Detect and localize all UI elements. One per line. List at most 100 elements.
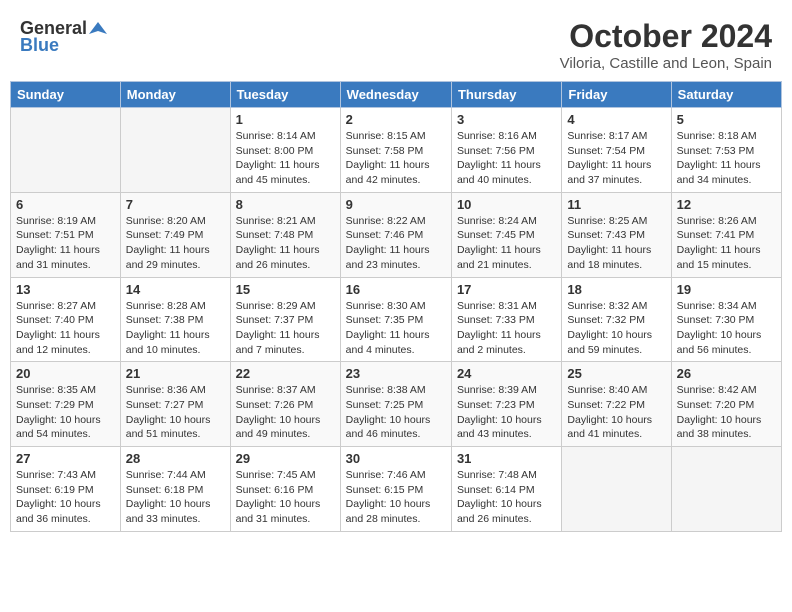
day-info: Sunrise: 8:34 AM Sunset: 7:30 PM Dayligh… bbox=[677, 299, 776, 358]
day-info: Sunrise: 8:31 AM Sunset: 7:33 PM Dayligh… bbox=[457, 299, 556, 358]
day-info: Sunrise: 8:28 AM Sunset: 7:38 PM Dayligh… bbox=[126, 299, 225, 358]
day-info: Sunrise: 7:48 AM Sunset: 6:14 PM Dayligh… bbox=[457, 468, 556, 527]
day-info: Sunrise: 8:40 AM Sunset: 7:22 PM Dayligh… bbox=[567, 383, 665, 442]
week-row-4: 20 Sunrise: 8:35 AM Sunset: 7:29 PM Dayli… bbox=[11, 362, 782, 447]
calendar-cell bbox=[11, 108, 121, 193]
calendar-cell bbox=[120, 108, 230, 193]
day-number: 29 bbox=[236, 451, 335, 466]
calendar-cell: 17 Sunrise: 8:31 AM Sunset: 7:33 PM Dayli… bbox=[451, 277, 561, 362]
day-info: Sunrise: 7:46 AM Sunset: 6:15 PM Dayligh… bbox=[346, 468, 446, 527]
calendar-cell: 30 Sunrise: 7:46 AM Sunset: 6:15 PM Dayli… bbox=[340, 447, 451, 532]
logo-bird-icon bbox=[89, 20, 107, 38]
day-info: Sunrise: 8:29 AM Sunset: 7:37 PM Dayligh… bbox=[236, 299, 335, 358]
calendar-cell: 26Sunrise: 8:42 AM Sunset: 7:20 PM Dayli… bbox=[671, 362, 781, 447]
calendar-table: SundayMondayTuesdayWednesdayThursdayFrid… bbox=[10, 81, 782, 532]
header-day-thursday: Thursday bbox=[451, 82, 561, 108]
logo: General Blue bbox=[20, 18, 107, 56]
calendar-cell: 8Sunrise: 8:21 AM Sunset: 7:48 PM Daylig… bbox=[230, 192, 340, 277]
day-number: 17 bbox=[457, 282, 556, 297]
calendar-cell: 20 Sunrise: 8:35 AM Sunset: 7:29 PM Dayli… bbox=[11, 362, 121, 447]
header-day-monday: Monday bbox=[120, 82, 230, 108]
calendar-cell: 18 Sunrise: 8:32 AM Sunset: 7:32 PM Dayli… bbox=[562, 277, 671, 362]
week-row-3: 13 Sunrise: 8:27 AM Sunset: 7:40 PM Dayli… bbox=[11, 277, 782, 362]
calendar-cell: 27 Sunrise: 7:43 AM Sunset: 6:19 PM Dayli… bbox=[11, 447, 121, 532]
day-number: 23 bbox=[346, 366, 446, 381]
day-info: Sunrise: 7:44 AM Sunset: 6:18 PM Dayligh… bbox=[126, 468, 225, 527]
calendar-cell: 13 Sunrise: 8:27 AM Sunset: 7:40 PM Dayli… bbox=[11, 277, 121, 362]
day-info: Sunrise: 8:19 AM Sunset: 7:51 PM Dayligh… bbox=[16, 214, 115, 273]
header-day-friday: Friday bbox=[562, 82, 671, 108]
calendar-cell: 19Sunrise: 8:34 AM Sunset: 7:30 PM Dayli… bbox=[671, 277, 781, 362]
calendar-cell: 25 Sunrise: 8:40 AM Sunset: 7:22 PM Dayli… bbox=[562, 362, 671, 447]
calendar-cell: 15Sunrise: 8:29 AM Sunset: 7:37 PM Dayli… bbox=[230, 277, 340, 362]
location-title: Viloria, Castille and Leon, Spain bbox=[560, 55, 772, 72]
day-number: 8 bbox=[236, 197, 335, 212]
header: General Blue October 2024 Viloria, Casti… bbox=[10, 10, 782, 77]
title-area: October 2024 Viloria, Castille and Leon,… bbox=[560, 18, 772, 72]
day-number: 10 bbox=[457, 197, 556, 212]
day-info: Sunrise: 8:15 AM Sunset: 7:58 PM Dayligh… bbox=[346, 129, 446, 188]
day-number: 14 bbox=[126, 282, 225, 297]
calendar-cell: 14 Sunrise: 8:28 AM Sunset: 7:38 PM Dayli… bbox=[120, 277, 230, 362]
day-info: Sunrise: 8:18 AM Sunset: 7:53 PM Dayligh… bbox=[677, 129, 776, 188]
day-number: 16 bbox=[346, 282, 446, 297]
calendar-cell: 16Sunrise: 8:30 AM Sunset: 7:35 PM Dayli… bbox=[340, 277, 451, 362]
calendar-cell: 3Sunrise: 8:16 AM Sunset: 7:56 PM Daylig… bbox=[451, 108, 561, 193]
day-number: 22 bbox=[236, 366, 335, 381]
calendar-cell: 1 Sunrise: 8:14 AM Sunset: 8:00 PM Daylig… bbox=[230, 108, 340, 193]
day-info: Sunrise: 8:24 AM Sunset: 7:45 PM Dayligh… bbox=[457, 214, 556, 273]
day-info: Sunrise: 8:27 AM Sunset: 7:40 PM Dayligh… bbox=[16, 299, 115, 358]
calendar-cell: 24 Sunrise: 8:39 AM Sunset: 7:23 PM Dayli… bbox=[451, 362, 561, 447]
calendar-cell: 2Sunrise: 8:15 AM Sunset: 7:58 PM Daylig… bbox=[340, 108, 451, 193]
calendar-cell: 21 Sunrise: 8:36 AM Sunset: 7:27 PM Dayli… bbox=[120, 362, 230, 447]
day-info: Sunrise: 8:26 AM Sunset: 7:41 PM Dayligh… bbox=[677, 214, 776, 273]
day-number: 1 bbox=[236, 112, 335, 127]
day-number: 6 bbox=[16, 197, 115, 212]
calendar-cell: 23 Sunrise: 8:38 AM Sunset: 7:25 PM Dayli… bbox=[340, 362, 451, 447]
calendar-cell: 29 Sunrise: 7:45 AM Sunset: 6:16 PM Dayli… bbox=[230, 447, 340, 532]
day-info: Sunrise: 8:35 AM Sunset: 7:29 PM Dayligh… bbox=[16, 383, 115, 442]
day-number: 26 bbox=[677, 366, 776, 381]
day-info: Sunrise: 8:37 AM Sunset: 7:26 PM Dayligh… bbox=[236, 383, 335, 442]
calendar-cell: 9Sunrise: 8:22 AM Sunset: 7:46 PM Daylig… bbox=[340, 192, 451, 277]
day-info: Sunrise: 8:36 AM Sunset: 7:27 PM Dayligh… bbox=[126, 383, 225, 442]
day-number: 21 bbox=[126, 366, 225, 381]
day-info: Sunrise: 8:25 AM Sunset: 7:43 PM Dayligh… bbox=[567, 214, 665, 273]
header-day-tuesday: Tuesday bbox=[230, 82, 340, 108]
calendar-cell: 31Sunrise: 7:48 AM Sunset: 6:14 PM Dayli… bbox=[451, 447, 561, 532]
day-info: Sunrise: 8:38 AM Sunset: 7:25 PM Dayligh… bbox=[346, 383, 446, 442]
month-title: October 2024 bbox=[560, 18, 772, 55]
calendar-cell bbox=[671, 447, 781, 532]
day-info: Sunrise: 8:20 AM Sunset: 7:49 PM Dayligh… bbox=[126, 214, 225, 273]
day-info: Sunrise: 8:16 AM Sunset: 7:56 PM Dayligh… bbox=[457, 129, 556, 188]
calendar-cell: 10 Sunrise: 8:24 AM Sunset: 7:45 PM Dayli… bbox=[451, 192, 561, 277]
day-number: 18 bbox=[567, 282, 665, 297]
day-info: Sunrise: 7:45 AM Sunset: 6:16 PM Dayligh… bbox=[236, 468, 335, 527]
day-number: 25 bbox=[567, 366, 665, 381]
day-info: Sunrise: 8:17 AM Sunset: 7:54 PM Dayligh… bbox=[567, 129, 665, 188]
calendar-cell: 6 Sunrise: 8:19 AM Sunset: 7:51 PM Daylig… bbox=[11, 192, 121, 277]
week-row-2: 6 Sunrise: 8:19 AM Sunset: 7:51 PM Daylig… bbox=[11, 192, 782, 277]
week-row-5: 27 Sunrise: 7:43 AM Sunset: 6:19 PM Dayli… bbox=[11, 447, 782, 532]
day-info: Sunrise: 8:22 AM Sunset: 7:46 PM Dayligh… bbox=[346, 214, 446, 273]
day-number: 27 bbox=[16, 451, 115, 466]
day-info: Sunrise: 8:32 AM Sunset: 7:32 PM Dayligh… bbox=[567, 299, 665, 358]
week-row-1: 1 Sunrise: 8:14 AM Sunset: 8:00 PM Daylig… bbox=[11, 108, 782, 193]
header-day-saturday: Saturday bbox=[671, 82, 781, 108]
day-number: 30 bbox=[346, 451, 446, 466]
day-info: Sunrise: 8:39 AM Sunset: 7:23 PM Dayligh… bbox=[457, 383, 556, 442]
calendar-cell: 28 Sunrise: 7:44 AM Sunset: 6:18 PM Dayli… bbox=[120, 447, 230, 532]
day-number: 7 bbox=[126, 197, 225, 212]
header-day-wednesday: Wednesday bbox=[340, 82, 451, 108]
logo-blue: Blue bbox=[20, 35, 59, 56]
calendar-cell: 12Sunrise: 8:26 AM Sunset: 7:41 PM Dayli… bbox=[671, 192, 781, 277]
day-number: 24 bbox=[457, 366, 556, 381]
day-number: 13 bbox=[16, 282, 115, 297]
calendar-cell: 22 Sunrise: 8:37 AM Sunset: 7:26 PM Dayli… bbox=[230, 362, 340, 447]
calendar-cell: 5Sunrise: 8:18 AM Sunset: 7:53 PM Daylig… bbox=[671, 108, 781, 193]
day-info: Sunrise: 8:14 AM Sunset: 8:00 PM Dayligh… bbox=[236, 129, 335, 188]
days-header-row: SundayMondayTuesdayWednesdayThursdayFrid… bbox=[11, 82, 782, 108]
day-info: Sunrise: 7:43 AM Sunset: 6:19 PM Dayligh… bbox=[16, 468, 115, 527]
day-number: 28 bbox=[126, 451, 225, 466]
day-number: 20 bbox=[16, 366, 115, 381]
